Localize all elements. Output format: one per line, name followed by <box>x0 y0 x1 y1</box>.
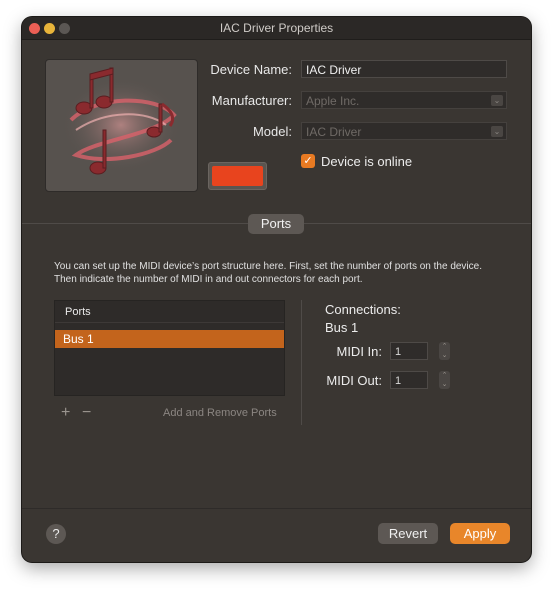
manufacturer-popup[interactable]: Apple Inc. ⌄ <box>301 91 507 109</box>
device-color-well[interactable] <box>208 162 267 190</box>
midi-in-label: MIDI In: <box>336 344 382 359</box>
color-swatch <box>212 166 263 186</box>
ports-description: You can set up the MIDI device’s port st… <box>54 261 482 285</box>
model-value: IAC Driver <box>306 125 362 139</box>
revert-button[interactable]: Revert <box>378 523 438 544</box>
device-name-field[interactable]: IAC Driver <box>301 60 507 78</box>
properties-window: IAC Driver Properties Device Name: IAC D… <box>22 17 531 562</box>
device-online-label[interactable]: Device is online <box>321 154 412 169</box>
vertical-divider <box>301 300 302 425</box>
remove-port-button[interactable]: − <box>82 404 91 422</box>
checkmark-icon: ✓ <box>303 155 313 167</box>
midi-out-stepper[interactable]: ⌃ ⌄ <box>439 371 450 389</box>
device-name-label: Device Name: <box>210 62 292 77</box>
add-port-button[interactable]: + <box>61 404 70 422</box>
ports-column-header[interactable]: Ports <box>55 301 284 323</box>
connections-title: Connections: <box>325 302 401 317</box>
model-label: Model: <box>252 124 292 139</box>
device-icon-well[interactable] <box>45 59 198 192</box>
midi-in-stepper[interactable]: ⌃ ⌄ <box>439 342 450 360</box>
title-bar[interactable]: IAC Driver Properties <box>22 17 531 40</box>
apply-button[interactable]: Apply <box>450 523 510 544</box>
window-title: IAC Driver Properties <box>219 21 334 35</box>
midi-notes-icon <box>61 67 181 175</box>
table-row[interactable]: Bus 1 <box>55 330 284 348</box>
midi-in-field[interactable]: 1 <box>390 342 428 360</box>
manufacturer-value: Apple Inc. <box>306 94 360 108</box>
chevron-down-icon: ⌄ <box>491 95 503 106</box>
tab-ports[interactable]: Ports <box>248 214 304 234</box>
midi-out-label: MIDI Out: <box>326 373 382 388</box>
footer-divider <box>22 508 531 509</box>
chevron-up-icon[interactable]: ⌃ <box>439 342 450 351</box>
connections-bus-name: Bus 1 <box>325 320 359 335</box>
manufacturer-label: Manufacturer: <box>211 93 292 108</box>
ports-table[interactable]: Ports Bus 1 <box>54 300 285 396</box>
chevron-down-icon[interactable]: ⌄ <box>439 351 450 360</box>
chevron-up-icon[interactable]: ⌃ <box>439 371 450 380</box>
device-online-checkbox[interactable]: ✓ <box>301 154 315 168</box>
chevron-down-icon[interactable]: ⌄ <box>439 380 450 389</box>
model-popup[interactable]: IAC Driver ⌄ <box>301 122 507 140</box>
help-button[interactable]: ? <box>46 524 66 544</box>
chevron-down-icon: ⌄ <box>491 126 503 137</box>
add-remove-ports-caption: Add and Remove Ports <box>163 407 277 419</box>
midi-out-field[interactable]: 1 <box>390 371 428 389</box>
